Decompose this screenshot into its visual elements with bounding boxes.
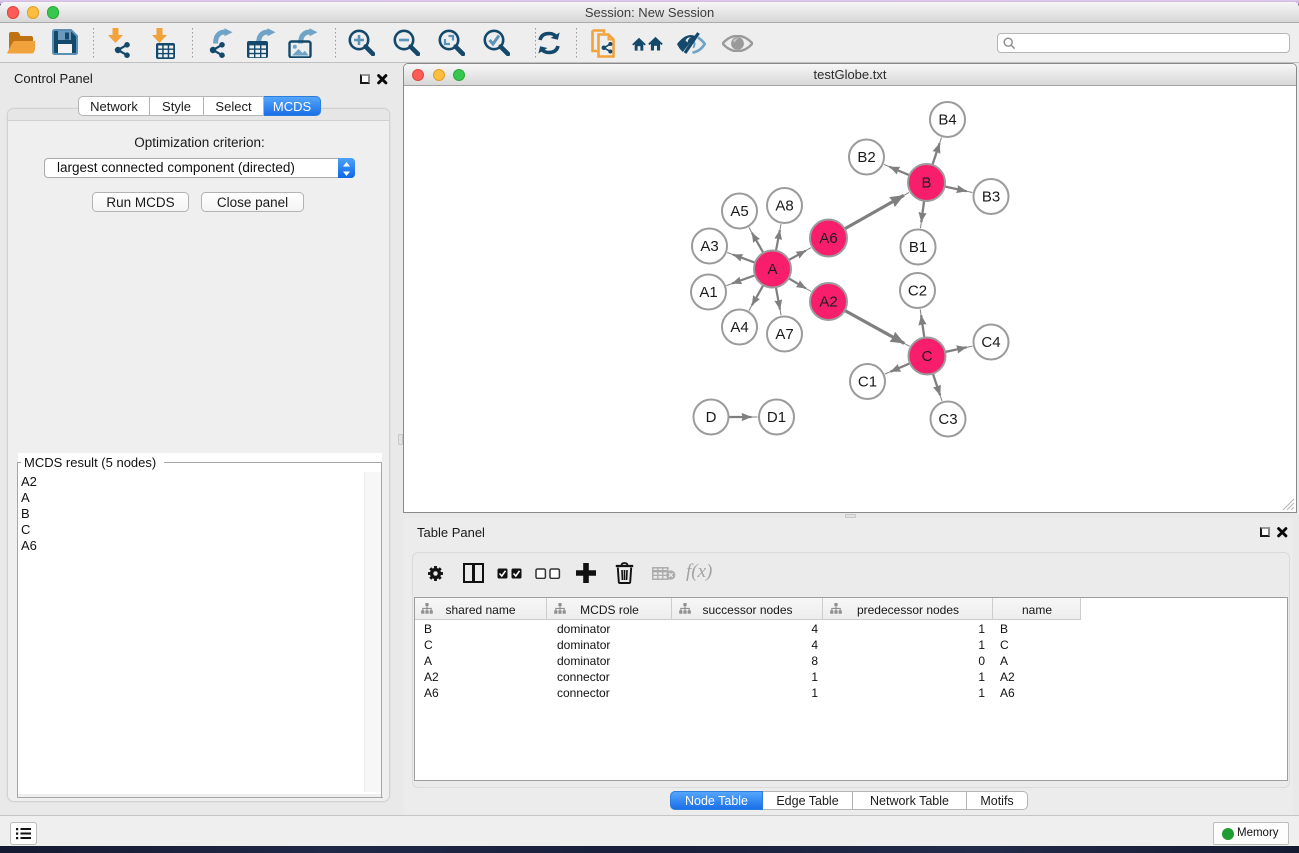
svg-text:C: C: [922, 348, 933, 365]
svg-text:A7: A7: [775, 326, 793, 343]
svg-text:A6: A6: [819, 230, 837, 247]
svg-text:B: B: [921, 175, 931, 192]
svg-text:C2: C2: [908, 283, 927, 300]
svg-text:B3: B3: [982, 189, 1000, 206]
svg-text:C3: C3: [938, 411, 957, 428]
svg-text:B1: B1: [909, 239, 927, 256]
svg-text:A4: A4: [730, 319, 748, 336]
svg-text:A3: A3: [700, 238, 718, 255]
svg-text:C1: C1: [858, 374, 877, 391]
svg-text:B2: B2: [857, 149, 875, 166]
svg-text:A1: A1: [699, 284, 717, 301]
svg-text:A8: A8: [775, 198, 793, 215]
svg-text:A5: A5: [730, 203, 748, 220]
svg-text:D: D: [706, 409, 717, 426]
svg-text:B4: B4: [938, 112, 956, 129]
svg-text:D1: D1: [767, 409, 786, 426]
svg-text:C4: C4: [981, 334, 1000, 351]
svg-text:A2: A2: [819, 294, 837, 311]
svg-text:A: A: [767, 261, 777, 278]
